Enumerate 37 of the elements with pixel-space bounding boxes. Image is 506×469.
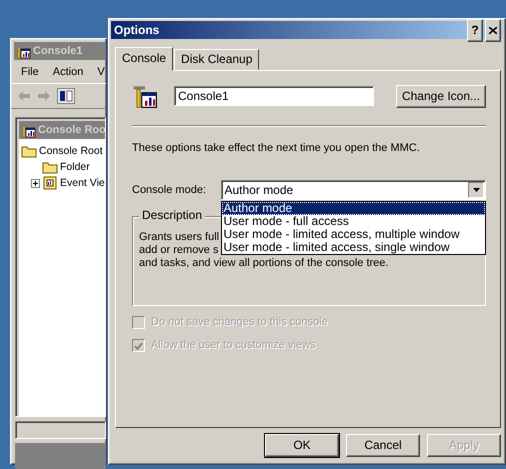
folder-icon xyxy=(42,160,58,174)
check-icon xyxy=(134,342,143,350)
menu-item[interactable]: File xyxy=(21,66,39,79)
dropdown-arrow-button[interactable] xyxy=(468,182,484,198)
window-title: Console Roo xyxy=(38,124,105,136)
dropdown-option[interactable]: User mode - limited access, single window xyxy=(222,241,485,254)
tab[interactable]: Console xyxy=(115,47,174,71)
tree-item[interactable]: Console Root xyxy=(39,144,103,158)
menu-item[interactable]: Action xyxy=(52,66,84,79)
console-mode-dropdown[interactable]: Author mode xyxy=(220,180,486,200)
info-text: These options take effect the next time you open the MMC. xyxy=(132,142,421,155)
dialog-button[interactable]: OK xyxy=(265,434,339,457)
tree-item[interactable]: Event Vie xyxy=(60,176,105,190)
caret-icon xyxy=(472,188,480,192)
window-title: Console1 xyxy=(33,44,83,58)
tree-item[interactable]: Folder xyxy=(60,160,90,174)
dropdown-option[interactable]: Author mode xyxy=(222,202,485,215)
help-button[interactable]: ? xyxy=(467,18,483,42)
field-label: Console mode: xyxy=(132,184,207,196)
dropdown-option[interactable]: User mode - limited access, multiple window xyxy=(222,228,485,241)
menu-item[interactable]: V xyxy=(97,66,105,79)
folder-icon xyxy=(21,144,37,158)
group-title: Description xyxy=(139,209,206,222)
expand-icon[interactable] xyxy=(31,178,40,188)
description-text: Grants users full xyxy=(139,231,220,244)
tree-toggle-icon[interactable] xyxy=(57,88,75,104)
close-icon xyxy=(489,26,497,34)
console-name-field[interactable]: Console1 xyxy=(174,86,374,106)
dialog-title: Options xyxy=(114,24,160,36)
description-text: and tasks, and view all portions of the console tree. xyxy=(139,257,388,270)
description-text: add or remove s xyxy=(139,244,218,257)
dialog-button[interactable]: Cancel xyxy=(346,434,420,457)
event-log-icon xyxy=(42,176,58,190)
change-icon-button[interactable]: Change Icon... xyxy=(396,84,486,108)
close-button[interactable] xyxy=(485,18,501,42)
dropdown-option[interactable]: User mode - full access xyxy=(222,215,485,228)
tab[interactable]: Disk Cleanup xyxy=(174,49,260,70)
